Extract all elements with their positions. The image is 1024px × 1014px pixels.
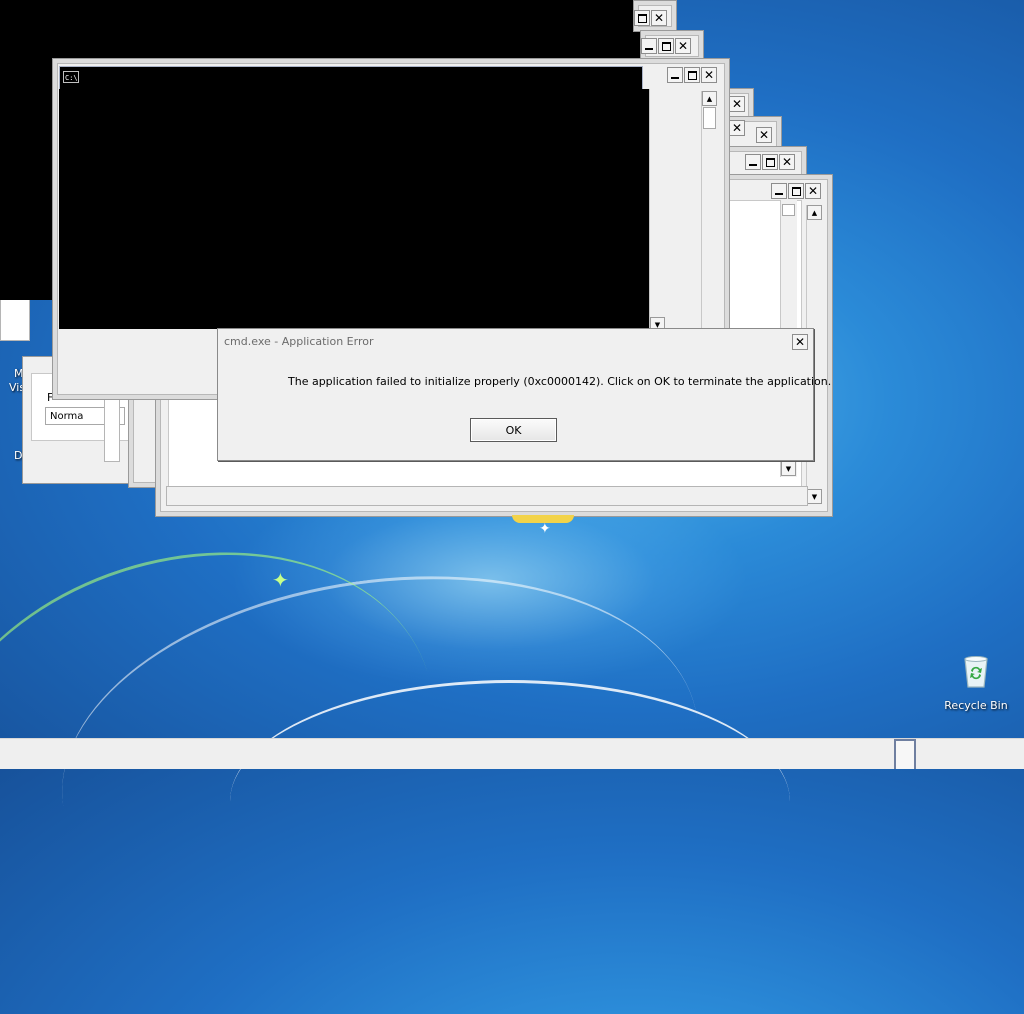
close-button[interactable]: ✕ (651, 10, 667, 26)
scroll-up-button[interactable]: ▲ (702, 91, 717, 106)
caption-buttons: ✕ (729, 120, 745, 136)
sparkle-icon: ✦ (539, 521, 551, 537)
scroll-down-button[interactable]: ▼ (781, 461, 796, 476)
horizontal-bar (166, 486, 808, 506)
cmd-icon: C:\ (63, 71, 79, 83)
font-style-value: Norma (50, 411, 84, 422)
close-button[interactable]: ✕ (729, 96, 745, 112)
scroll-thumb[interactable] (703, 107, 716, 129)
dialog-title: cmd.exe - Application Error (224, 335, 374, 348)
scroll-up-button[interactable]: ▲ (807, 205, 822, 220)
maximize-button[interactable] (788, 183, 804, 199)
cmd-titlebar: C:\ (59, 66, 643, 90)
close-button[interactable]: ✕ (779, 154, 795, 170)
maximize-button[interactable] (634, 10, 650, 26)
caption-buttons: ✕ (771, 183, 821, 199)
dialog-close-button[interactable]: ✕ (792, 334, 808, 350)
minimize-button[interactable] (641, 38, 657, 54)
minimize-button[interactable] (667, 67, 683, 83)
maximize-button[interactable] (658, 38, 674, 54)
window-frame (0, 300, 30, 341)
minimize-button[interactable] (771, 183, 787, 199)
vertical-scrollbar[interactable]: ▼ (649, 89, 666, 332)
show-desktop-button[interactable] (894, 739, 916, 769)
cmd-console-area (59, 89, 649, 329)
scroll-thumb[interactable] (782, 204, 795, 216)
application-error-dialog[interactable]: cmd.exe - Application Error ✕ The applic… (217, 328, 831, 461)
caption-buttons: ✕ (634, 10, 667, 26)
maximize-button[interactable] (762, 154, 778, 170)
close-button[interactable]: ✕ (805, 183, 821, 199)
close-button[interactable]: ✕ (701, 67, 717, 83)
recycle-bin-label: Recycle Bin (944, 699, 1008, 712)
sparkle-icon: ✦ (272, 568, 289, 592)
taskbar (0, 738, 1024, 769)
caption-buttons: ✕ (729, 96, 745, 112)
maximize-button[interactable] (684, 67, 700, 83)
scroll-down-button[interactable]: ▼ (807, 489, 822, 504)
close-button[interactable]: ✕ (675, 38, 691, 54)
caption-buttons: ✕ (745, 154, 795, 170)
caption-buttons: ✕ (667, 67, 717, 83)
vertical-scrollbar[interactable]: ▲ (701, 91, 718, 341)
close-button[interactable]: ✕ (729, 120, 745, 136)
error-message: The application failed to initialize pro… (288, 375, 832, 388)
close-button[interactable]: ✕ (756, 127, 772, 143)
caption-buttons: ✕ (756, 127, 772, 143)
ok-button[interactable]: OK (470, 418, 557, 442)
caption-buttons: ✕ (641, 38, 691, 54)
recycle-bin-icon (964, 656, 988, 688)
minimize-button[interactable] (745, 154, 761, 170)
recycle-bin[interactable]: Recycle Bin (940, 655, 1012, 712)
